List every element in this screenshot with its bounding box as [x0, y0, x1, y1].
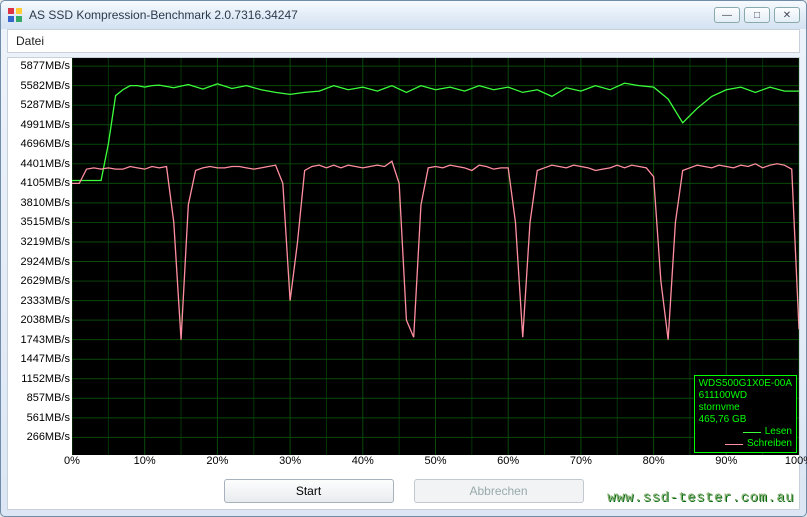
legend-box: WDS500G1X0E-00A 611100WD stornvme 465,76… [694, 375, 797, 453]
plot: WDS500G1X0E-00A 611100WD stornvme 465,76… [72, 58, 799, 455]
x-tick-label: 80% [643, 455, 665, 467]
y-tick-label: 266MB/s [27, 431, 70, 443]
x-tick-label: 0% [64, 455, 80, 467]
button-bar: Start Abbrechen [8, 473, 799, 509]
x-tick-label: 30% [279, 455, 301, 467]
menu-file[interactable]: Datei [16, 34, 44, 48]
legend-write: Schreiben [747, 438, 792, 450]
x-tick-label: 100% [785, 455, 807, 467]
x-tick-label: 40% [352, 455, 374, 467]
cancel-button: Abbrechen [414, 479, 584, 503]
legend-fw: 611100WD [699, 390, 792, 402]
y-tick-label: 857MB/s [27, 392, 70, 404]
legend-drv: stornvme [699, 402, 792, 414]
y-tick-label: 3219MB/s [20, 236, 70, 248]
y-tick-label: 4696MB/s [20, 138, 70, 150]
y-tick-label: 1152MB/s [21, 373, 70, 385]
y-tick-label: 5877MB/s [20, 60, 70, 72]
y-tick-label: 4105MB/s [20, 177, 70, 189]
x-tick-label: 90% [715, 455, 737, 467]
y-tick-label: 3810MB/s [20, 197, 70, 209]
y-tick-label: 561MB/s [27, 412, 70, 424]
y-tick-label: 4991MB/s [20, 119, 70, 131]
y-tick-label: 5287MB/s [20, 99, 70, 111]
client-area: 266MB/s 561MB/s 857MB/s 1152MB/s 1447MB/s 174… [7, 57, 800, 510]
y-tick-label: 2038MB/s [20, 314, 70, 326]
legend-size: 465,76 GB [699, 414, 792, 426]
menubar: Datei [7, 29, 800, 53]
chart-area: 266MB/s 561MB/s 857MB/s 1152MB/s 1447MB/s 174… [8, 58, 799, 455]
app-window: AS SSD Kompression-Benchmark 2.0.7316.34… [0, 0, 807, 517]
x-axis: 0%10%20%30%40%50%60%70%80%90%100% [72, 455, 799, 473]
legend-swatch-read [743, 432, 761, 433]
y-axis: 266MB/s 561MB/s 857MB/s 1152MB/s 1447MB/s 174… [8, 58, 72, 455]
y-tick-label: 1743MB/s [20, 334, 70, 346]
titlebar[interactable]: AS SSD Kompression-Benchmark 2.0.7316.34… [1, 1, 806, 29]
x-tick-label: 10% [134, 455, 156, 467]
x-tick-label: 50% [424, 455, 446, 467]
window-title: AS SSD Kompression-Benchmark 2.0.7316.34… [29, 8, 714, 22]
legend-swatch-write [725, 444, 743, 445]
maximize-button[interactable]: □ [744, 7, 770, 23]
x-tick-label: 70% [570, 455, 592, 467]
y-tick-label: 4401MB/s [20, 158, 70, 170]
y-tick-label: 1447MB/s [20, 353, 70, 365]
start-button[interactable]: Start [224, 479, 394, 503]
legend-read: Lesen [765, 426, 792, 438]
y-tick-label: 2924MB/s [20, 256, 70, 268]
close-button[interactable]: ✕ [774, 7, 800, 23]
y-tick-label: 2333MB/s [20, 295, 70, 307]
x-tick-label: 60% [497, 455, 519, 467]
legend-model: WDS500G1X0E-00A [699, 378, 792, 390]
x-tick-label: 20% [206, 455, 228, 467]
minimize-button[interactable]: ― [714, 7, 740, 23]
y-tick-label: 5582MB/s [20, 80, 70, 92]
y-tick-label: 3515MB/s [20, 216, 70, 228]
app-icon [7, 7, 23, 23]
y-tick-label: 2629MB/s [20, 275, 70, 287]
